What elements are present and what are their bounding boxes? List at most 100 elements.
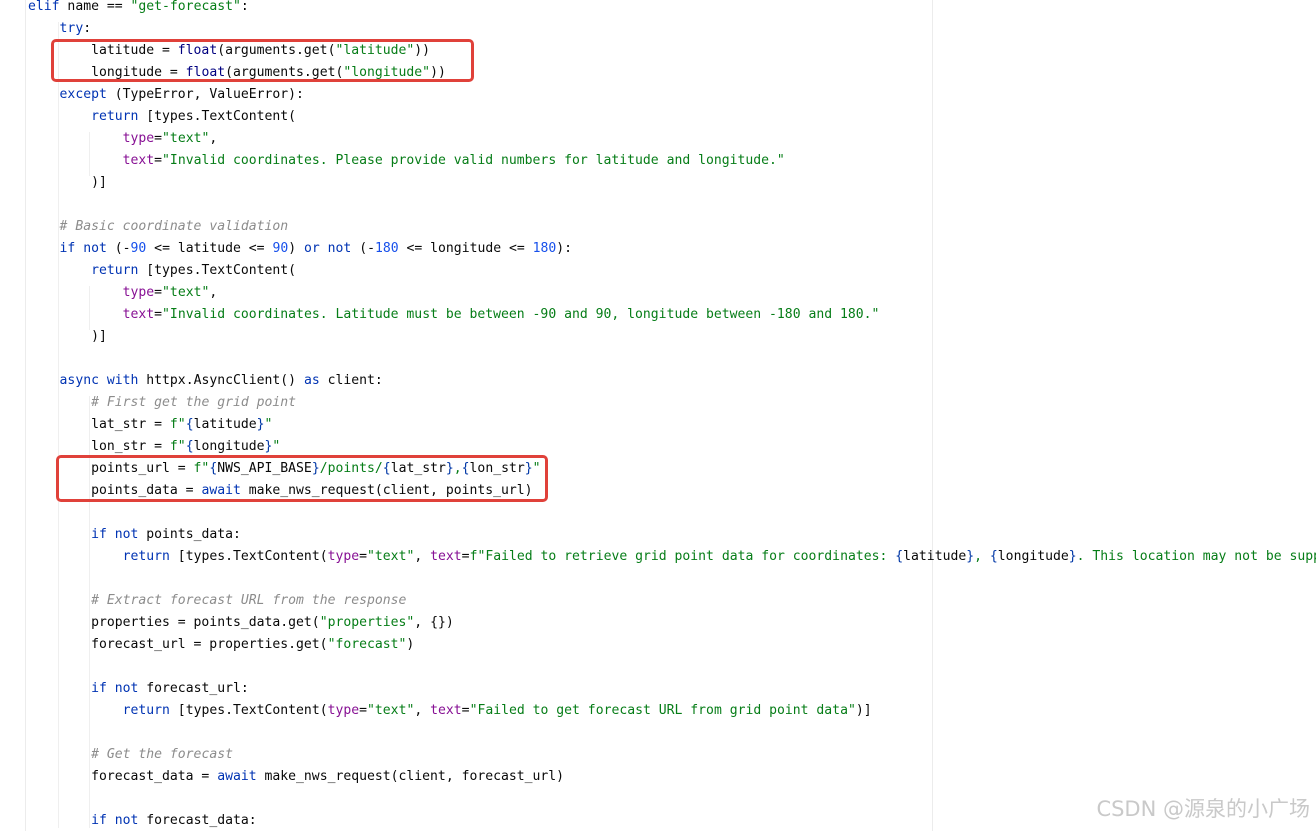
code-token: type xyxy=(327,549,360,564)
code-token: forecast_url = properties.get( xyxy=(28,637,328,652)
code-token: # Extract forecast URL from the response xyxy=(91,593,407,608)
code-line[interactable]: forecast_data = await make_nws_request(c… xyxy=(28,766,564,788)
code-token: text xyxy=(122,153,155,168)
code-token: " xyxy=(264,417,273,432)
code-token: , xyxy=(414,549,431,564)
code-token: [types.TextContent( xyxy=(138,109,297,124)
code-token: "properties" xyxy=(319,615,415,630)
code-token: = xyxy=(154,307,163,322)
code-token: { xyxy=(185,439,194,454)
code-token: <= longitude <= xyxy=(398,241,533,256)
code-token: # Get the forecast xyxy=(91,747,233,762)
code-line[interactable]: )] xyxy=(28,326,107,348)
code-token: forecast_data: xyxy=(138,813,257,828)
code-token: type xyxy=(122,131,155,146)
code-token: async with xyxy=(59,373,139,388)
code-line[interactable]: type="text", xyxy=(28,128,218,150)
code-line[interactable]: forecast_url = properties.get("forecast"… xyxy=(28,634,414,656)
code-token: try xyxy=(59,21,84,36)
code-token: "text" xyxy=(367,703,415,718)
code-token: = xyxy=(461,703,470,718)
code-token: : xyxy=(240,0,249,14)
code-token: " xyxy=(272,439,281,454)
code-line[interactable]: if not forecast_url: xyxy=(28,678,249,700)
code-token: [types.TextContent( xyxy=(138,263,297,278)
code-line[interactable]: properties = points_data.get("properties… xyxy=(28,612,454,634)
code-token: (TypeError, ValueError): xyxy=(106,87,304,102)
code-line[interactable]: return [types.TextContent( xyxy=(28,106,296,128)
code-token: if not xyxy=(91,527,139,542)
code-token: "Failed to get forecast URL from grid po… xyxy=(469,703,856,718)
code-token: (- xyxy=(351,241,375,256)
code-token: . This location may not be suppo xyxy=(1076,549,1316,564)
code-line[interactable]: text="Invalid coordinates. Latitude must… xyxy=(28,304,880,326)
code-token: )] xyxy=(855,703,872,718)
code-line[interactable]: if not forecast_data: xyxy=(28,810,257,832)
code-editor[interactable]: elif name == "get-forecast": try: latitu… xyxy=(0,0,1316,831)
code-token: lon_str = xyxy=(28,439,170,454)
code-token: text xyxy=(122,307,155,322)
code-line[interactable]: lat_str = f"{latitude}" xyxy=(28,414,272,436)
code-token: f" xyxy=(169,417,186,432)
code-line[interactable]: # First get the grid point xyxy=(28,392,296,414)
code-line[interactable]: return [types.TextContent(type="text", t… xyxy=(28,546,1316,568)
code-token: return xyxy=(122,703,170,718)
code-token: type xyxy=(122,285,155,300)
code-token: { xyxy=(989,549,998,564)
code-token: } xyxy=(966,549,975,564)
code-line[interactable]: # Basic coordinate validation xyxy=(28,216,289,238)
code-token: = xyxy=(461,549,470,564)
code-token: { xyxy=(895,549,904,564)
code-token: return xyxy=(91,109,139,124)
code-line[interactable]: elif name == "get-forecast": xyxy=(28,0,249,18)
code-token: text xyxy=(430,703,462,718)
code-token: , xyxy=(974,549,990,564)
code-token: } xyxy=(1068,549,1077,564)
code-line[interactable]: text="Invalid coordinates. Please provid… xyxy=(28,150,785,172)
code-token: if not xyxy=(59,241,107,256)
watermark: CSDN @源泉的小广场 xyxy=(1096,797,1310,821)
code-line[interactable]: return [types.TextContent( xyxy=(28,260,296,282)
code-token: if not xyxy=(91,813,139,828)
code-token: } xyxy=(256,417,265,432)
code-line[interactable]: return [types.TextContent(type="text", t… xyxy=(28,700,872,722)
code-token: "get-forecast" xyxy=(130,0,241,14)
code-line[interactable]: except (TypeError, ValueError): xyxy=(28,84,304,106)
code-line[interactable]: # Extract forecast URL from the response xyxy=(28,590,406,612)
code-token: elif xyxy=(28,0,60,14)
code-line[interactable]: if not (-90 <= latitude <= 90) or not (-… xyxy=(28,238,573,260)
code-token: = xyxy=(359,549,368,564)
code-token: "forecast" xyxy=(327,637,407,652)
code-token: "text" xyxy=(162,131,210,146)
code-token: f" xyxy=(169,439,186,454)
code-token: <= latitude <= xyxy=(146,241,273,256)
code-token: await xyxy=(217,769,257,784)
code-line[interactable]: )] xyxy=(28,172,107,194)
code-token: ) xyxy=(288,241,304,256)
code-line[interactable]: async with httpx.AsyncClient() as client… xyxy=(28,370,383,392)
code-token: 90 xyxy=(272,241,289,256)
code-token: , xyxy=(209,285,218,300)
code-token: or not xyxy=(304,241,352,256)
code-token: = xyxy=(154,285,163,300)
code-line[interactable]: type="text", xyxy=(28,282,218,304)
code-token: latitude xyxy=(903,549,967,564)
code-token: , xyxy=(414,703,431,718)
code-line[interactable]: if not points_data: xyxy=(28,524,241,546)
code-line[interactable]: try: xyxy=(28,18,92,40)
code-line[interactable]: # Get the forecast xyxy=(28,744,233,766)
